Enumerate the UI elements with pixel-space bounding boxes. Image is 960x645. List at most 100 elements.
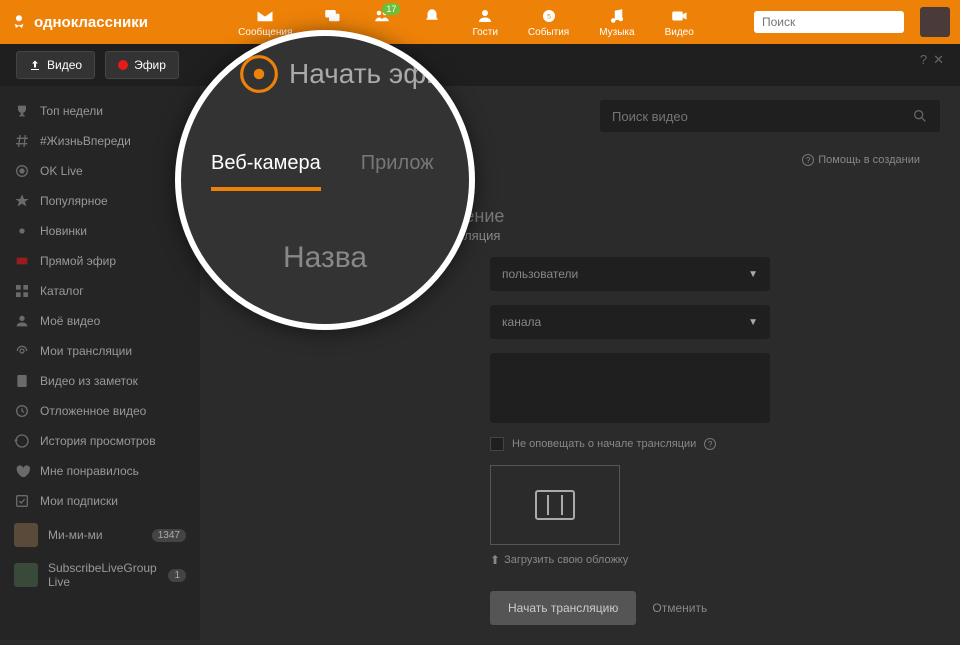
nav-label: События — [528, 27, 569, 38]
upload-cover-link[interactable]: ⬆ Загрузить свою обложку — [490, 553, 900, 567]
sidebar-label: Топ недели — [40, 104, 103, 118]
sidebar-label: Моё видео — [40, 314, 100, 328]
nav-guests[interactable]: Гости — [472, 7, 497, 38]
nav-friends[interactable]: 17 — [372, 7, 392, 38]
help-link[interactable]: ? Помощь в создании — [802, 154, 920, 166]
notif-icon — [422, 7, 442, 25]
music-icon — [607, 7, 627, 25]
nav-label: Гости — [472, 27, 497, 38]
sidebar-label: OK Live — [40, 164, 83, 178]
window-controls: ? ✕ — [920, 52, 944, 68]
video-icon — [669, 7, 689, 25]
sidebar-item-live[interactable]: Прямой эфир — [0, 246, 200, 276]
channel-select[interactable]: канала ▼ — [490, 305, 770, 339]
question-icon: ? — [802, 154, 814, 166]
stream-title-icon — [240, 55, 278, 93]
form-actions: Начать трансляцию Отменить — [490, 591, 900, 625]
search-icon — [912, 108, 928, 124]
sidebar-label: #ЖизньВпереди — [40, 134, 131, 148]
trophy-icon — [14, 103, 30, 119]
cancel-button[interactable]: Отменить — [652, 601, 707, 615]
sidebar-item-hashtag[interactable]: #ЖизньВпереди — [0, 126, 200, 156]
notify-label: Не оповещать о начале трансляции — [512, 438, 696, 450]
sidebar-item-deferred[interactable]: Отложенное видео — [0, 396, 200, 426]
person-icon — [14, 313, 30, 329]
close-icon[interactable]: ✕ — [933, 52, 944, 68]
video-search[interactable] — [600, 100, 940, 132]
nav-notifications[interactable] — [422, 7, 442, 38]
nav-video[interactable]: Видео — [665, 7, 694, 38]
sidebar-label: Мои трансляции — [40, 344, 132, 358]
upload-label: Видео — [47, 58, 82, 72]
video-toolbar: Видео Эфир — [0, 44, 960, 86]
sidebar-item-notes-video[interactable]: Видео из заметок — [0, 366, 200, 396]
check-icon — [14, 493, 30, 509]
zoom-lens: Начать эфир Веб-камера Прилож Назва — [175, 30, 475, 330]
sidebar-channel-mimimi[interactable]: Ми-ми-ми 1347 — [0, 516, 200, 554]
channel-count: 1 — [168, 569, 186, 582]
question-icon[interactable]: ? — [704, 438, 716, 450]
svg-text:5: 5 — [547, 13, 551, 20]
sidebar-label: Мне понравилось — [40, 464, 139, 478]
oklive-icon — [14, 163, 30, 179]
main-layout: Топ недели #ЖизньВпереди OK Live Популяр… — [0, 86, 960, 640]
sidebar-item-top-week[interactable]: Топ недели — [0, 96, 200, 126]
sidebar-label: Видео из заметок — [40, 374, 138, 388]
help-icon[interactable]: ? — [920, 52, 927, 68]
brand-icon — [10, 13, 28, 31]
sidebar-item-popular[interactable]: Популярное — [0, 186, 200, 216]
friends-badge: 17 — [382, 3, 400, 15]
cover-placeholder[interactable] — [490, 465, 620, 545]
nav-music[interactable]: Музыка — [599, 7, 634, 38]
sidebar-label: Отложенное видео — [40, 404, 146, 418]
notify-checkbox-row: Не оповещать о начале трансляции ? — [490, 437, 900, 451]
description-textarea[interactable] — [490, 353, 770, 423]
sidebar-label: Мои подписки — [40, 494, 118, 508]
user-avatar[interactable] — [920, 7, 950, 37]
global-search[interactable] — [754, 11, 904, 33]
notify-checkbox[interactable] — [490, 437, 504, 451]
nav-messages[interactable]: Сообщения — [238, 7, 292, 38]
channel-name: Ми-ми-ми — [48, 528, 103, 542]
brand-text: одноклассники — [34, 14, 148, 31]
sidebar-label: История просмотров — [40, 434, 156, 448]
guests-icon — [475, 7, 495, 25]
star-icon — [14, 193, 30, 209]
sidebar-label: Прямой эфир — [40, 254, 116, 268]
discuss-icon — [322, 7, 342, 25]
sidebar-label: Каталог — [40, 284, 84, 298]
lens-title: Начать эфир — [181, 36, 469, 92]
sidebar-item-subscriptions[interactable]: Мои подписки — [0, 486, 200, 516]
mail-icon — [255, 7, 275, 25]
sidebar-label: Популярное — [40, 194, 108, 208]
upload-cover-text: Загрузить свою обложку — [504, 554, 628, 566]
nav-events[interactable]: 5 События — [528, 7, 569, 38]
channel-name: SubscribeLiveGroup Live — [48, 561, 158, 590]
sidebar-item-history[interactable]: История просмотров — [0, 426, 200, 456]
audience-select[interactable]: пользователи ▼ — [490, 257, 770, 291]
help-text: Помощь в создании — [818, 154, 920, 166]
sidebar-item-oklive[interactable]: OK Live — [0, 156, 200, 186]
start-stream-button[interactable]: Начать трансляцию — [490, 591, 636, 625]
sparkle-icon — [14, 223, 30, 239]
global-search-input[interactable] — [762, 15, 917, 29]
live-dot-icon — [118, 60, 128, 70]
lens-tab-app: Прилож — [361, 152, 434, 191]
note-icon — [14, 373, 30, 389]
sidebar-item-my-streams[interactable]: Мои трансляции — [0, 336, 200, 366]
lens-title-field-label: Назва — [181, 201, 469, 275]
chevron-down-icon: ▼ — [748, 317, 758, 328]
video-search-input[interactable] — [612, 109, 912, 124]
upload-icon — [29, 59, 41, 71]
sidebar-item-new[interactable]: Новинки — [0, 216, 200, 246]
sidebar-item-catalog[interactable]: Каталог — [0, 276, 200, 306]
sidebar-item-liked[interactable]: Мне понравилось — [0, 456, 200, 486]
sidebar-channel-subscribe[interactable]: SubscribeLiveGroup Live 1 — [0, 554, 200, 597]
upload-video-button[interactable]: Видео — [16, 51, 95, 79]
go-live-button[interactable]: Эфир — [105, 51, 179, 79]
clock-icon — [14, 403, 30, 419]
hash-icon — [14, 133, 30, 149]
channel-value: канала — [502, 315, 541, 329]
brand[interactable]: одноклассники — [10, 13, 148, 31]
sidebar-item-my-video[interactable]: Моё видео — [0, 306, 200, 336]
